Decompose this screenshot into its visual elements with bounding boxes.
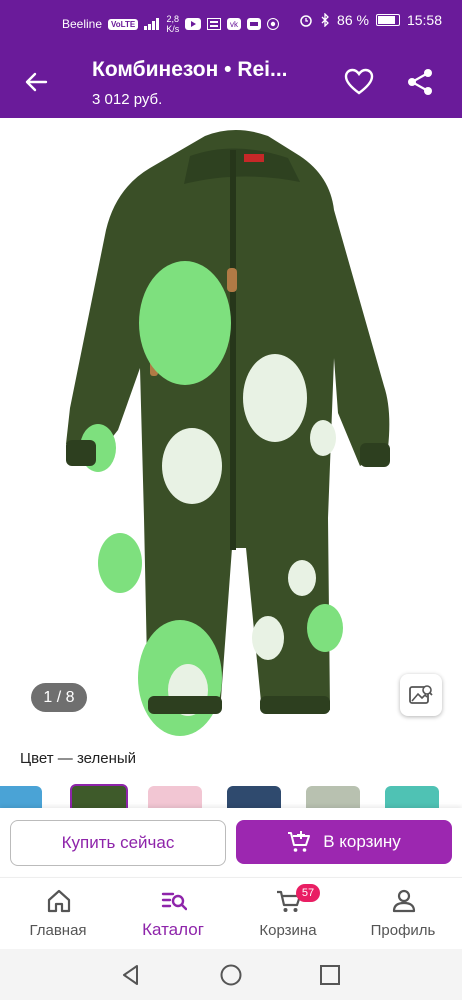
cart-plus-icon: [288, 831, 311, 852]
news-icon: [207, 18, 222, 30]
nav-label-catalog: Каталог: [142, 920, 204, 939]
network-speed: 2,8 K/s: [166, 14, 179, 34]
youtube-icon: [185, 18, 202, 30]
catalog-search-icon: [161, 892, 187, 911]
home-icon: [47, 889, 71, 913]
share-icon[interactable]: [406, 68, 434, 96]
product-price: 3 012 руб.: [92, 91, 163, 108]
nav-label-profile: Профиль: [370, 922, 436, 939]
status-left: Beeline VoLTE 2,8 K/s vk: [62, 14, 280, 34]
chrome-icon: [267, 18, 280, 30]
system-navigation-bar: [0, 949, 462, 1000]
nav-label-home: Главная: [29, 922, 87, 939]
nav-item-catalog[interactable]: Каталог: [123, 878, 223, 950]
image-search-icon: [409, 685, 433, 704]
color-label: Цвет — зеленый: [20, 750, 137, 767]
system-back-icon[interactable]: [119, 963, 143, 987]
buy-now-button[interactable]: Купить сейчас: [10, 820, 226, 866]
add-to-cart-label: В корзину: [323, 832, 401, 851]
nav-item-cart[interactable]: 57 Корзина: [238, 878, 338, 950]
svg-text:vk: vk: [230, 20, 239, 29]
app-bar: Комбинезон • Rei... 3 012 руб.: [0, 46, 462, 118]
cart-count-badge: 57: [296, 884, 320, 902]
status-bar: Beeline VoLTE 2,8 K/s vk 86 % 15:58: [0, 0, 462, 46]
profile-icon: [392, 889, 416, 913]
message-icon: [247, 18, 262, 30]
bottom-navigation: Главная Каталог 57 Корзина Профиль: [0, 877, 462, 950]
nav-label-cart: Корзина: [259, 922, 317, 939]
clock: 15:58: [406, 12, 442, 28]
product-image[interactable]: 1 / 8: [0, 118, 462, 738]
nav-item-home[interactable]: Главная: [8, 878, 108, 950]
add-to-cart-button[interactable]: В корзину: [236, 820, 452, 864]
alarm-icon: [300, 15, 312, 27]
signal-icon: [144, 18, 160, 30]
system-recents-icon[interactable]: [318, 963, 342, 987]
speed-unit: K/s: [166, 24, 180, 34]
speed-value: 2,8: [166, 14, 179, 24]
nav-item-profile[interactable]: Профиль: [353, 878, 453, 950]
system-home-icon[interactable]: [219, 963, 243, 987]
image-counter: 1 / 8: [31, 683, 87, 712]
back-arrow-icon[interactable]: [22, 68, 50, 96]
page-title: Комбинезон • Rei...: [92, 58, 288, 81]
battery-percent: 86 %: [337, 12, 369, 28]
visual-search-button[interactable]: [400, 674, 442, 716]
carrier-name: Beeline: [62, 17, 103, 31]
volte-badge: VoLTE: [108, 18, 139, 30]
battery-icon: [375, 14, 400, 26]
action-bar: Купить сейчас В корзину: [0, 808, 462, 876]
bluetooth-icon: [321, 13, 329, 27]
vk-icon: vk: [227, 18, 242, 30]
jumpsuit-illustration: [66, 130, 390, 736]
favorite-heart-icon[interactable]: [344, 68, 374, 96]
status-right: 86 % 15:58: [299, 12, 442, 28]
